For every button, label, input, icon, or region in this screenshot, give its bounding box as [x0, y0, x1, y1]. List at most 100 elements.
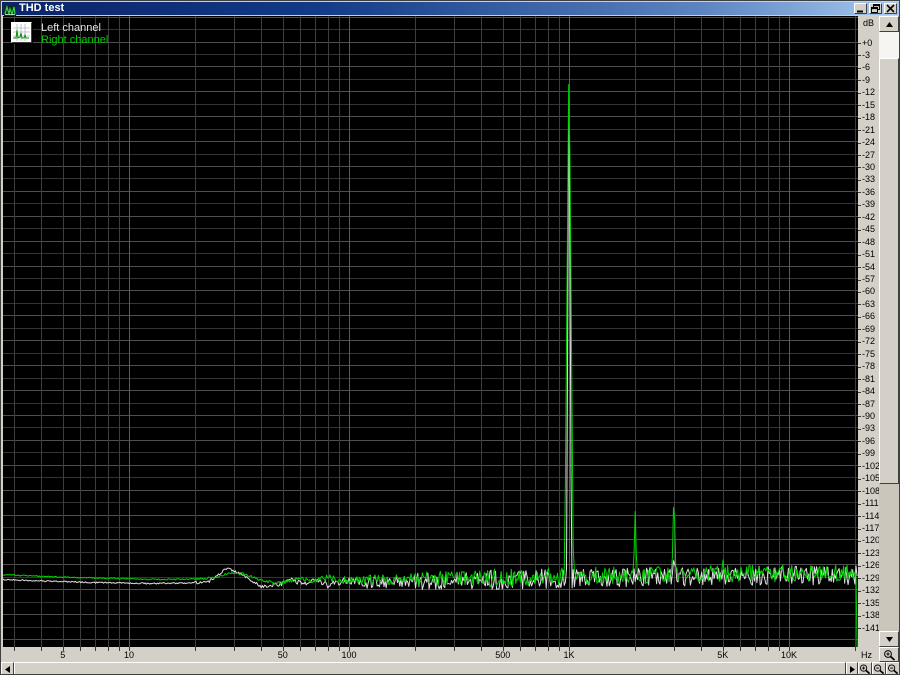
legend-right-channel-label: Right channel	[41, 34, 109, 46]
x-axis-tick	[701, 647, 703, 651]
x-axis-tick	[314, 647, 316, 651]
y-axis-label: -123	[862, 547, 879, 558]
y-axis-label: -18	[862, 112, 876, 123]
y-axis-label: -72	[862, 336, 876, 347]
restore-icon	[871, 4, 880, 13]
window-title: THD test	[19, 2, 65, 14]
x-axis-tick	[233, 647, 235, 651]
x-axis-label: 500	[495, 650, 511, 660]
x-axis-tick	[855, 647, 857, 651]
y-axis-tick	[858, 316, 861, 318]
y-axis-tick	[858, 341, 861, 343]
scroll-left-button[interactable]	[1, 662, 14, 674]
x-axis-tick	[520, 647, 522, 651]
y-axis-tick	[858, 217, 861, 219]
y-axis-label: -57	[862, 274, 876, 285]
x-axis-tick	[327, 647, 329, 651]
y-axis-tick	[858, 503, 861, 505]
y-axis-tick	[858, 130, 861, 132]
y-axis-tick	[858, 453, 861, 455]
y-axis-label: -78	[862, 361, 876, 372]
app-window: THD test Left channel Right channel dB +…	[0, 0, 900, 675]
x-axis-tick	[740, 647, 742, 651]
y-axis-label: -24	[862, 137, 876, 148]
y-axis-tick	[858, 204, 861, 206]
y-axis-tick	[858, 167, 861, 169]
y-axis-tick	[858, 379, 861, 381]
y-axis-label: -42	[862, 211, 876, 222]
magnifier-plus-icon	[883, 649, 895, 661]
x-axis-tick	[453, 647, 455, 651]
y-axis-label: -126	[862, 560, 879, 571]
y-axis-tick	[858, 428, 861, 430]
x-axis-tick	[635, 647, 637, 651]
x-axis-tick	[13, 647, 15, 651]
horizontal-zoom-in-button[interactable]	[858, 662, 872, 674]
y-axis-label: -99	[862, 448, 876, 459]
y-axis-label: -132	[862, 585, 879, 596]
y-axis-label: -135	[862, 597, 879, 608]
y-axis-label: -45	[862, 224, 876, 235]
y-axis-tick	[858, 528, 861, 530]
zoom-reset-button[interactable]	[886, 662, 899, 674]
y-axis-tick	[858, 192, 861, 194]
y-axis-label: -39	[862, 199, 876, 210]
horizontal-zoom-out-button[interactable]	[872, 662, 886, 674]
x-axis-tick	[673, 647, 675, 651]
y-axis-label: -129	[862, 572, 879, 583]
y-axis-tick	[858, 478, 861, 480]
x-axis-label: 5K	[717, 650, 729, 660]
vertical-scroll-track-lower[interactable]	[879, 484, 899, 631]
scroll-up-button[interactable]	[879, 16, 899, 32]
triangle-left-icon	[5, 665, 10, 673]
y-axis-unit-label: dB	[863, 18, 875, 28]
x-axis-tick	[118, 647, 120, 651]
restore-button[interactable]	[869, 3, 882, 14]
x-axis-tick	[261, 647, 263, 651]
spectrum-canvas	[3, 16, 858, 647]
y-axis-label: -6	[862, 62, 871, 73]
scroll-right-button[interactable]	[846, 662, 858, 674]
horizontal-scroll-thumb[interactable]	[14, 662, 846, 674]
vertical-scroll-thumb[interactable]	[879, 58, 899, 484]
y-axis-label: -27	[862, 149, 876, 160]
x-axis-tick	[415, 647, 417, 651]
y-axis-label: -138	[862, 610, 879, 621]
y-axis-tick	[858, 578, 861, 580]
y-axis-label: -108	[862, 485, 879, 496]
spectrum-legend-icon[interactable]	[11, 22, 32, 43]
vertical-zoom-in-button[interactable]	[879, 647, 899, 662]
y-axis-tick	[858, 92, 861, 94]
close-button[interactable]	[884, 3, 897, 14]
close-icon	[886, 4, 895, 13]
y-axis-label: -102	[862, 460, 879, 471]
y-axis-tick	[858, 590, 861, 592]
y-axis-tick	[858, 628, 861, 630]
y-axis-tick	[858, 43, 861, 44]
x-axis-label: 1K	[563, 650, 575, 660]
y-axis-label: -60	[862, 286, 876, 297]
y-axis-tick	[858, 254, 861, 256]
y-axis-label: -36	[862, 186, 876, 197]
y-axis-label: +0	[862, 37, 873, 48]
y-axis-tick	[858, 267, 861, 269]
y-axis-label: -81	[862, 373, 876, 384]
y-axis-tick	[858, 304, 861, 306]
legend-left-channel-label: Left channel	[41, 22, 101, 34]
y-axis-tick	[858, 279, 861, 281]
x-axis-tick	[754, 647, 756, 651]
x-axis-tick	[300, 647, 302, 651]
x-axis-tick	[767, 647, 769, 651]
y-axis-tick	[858, 466, 861, 468]
x-axis-tick	[338, 647, 340, 651]
spectrum-plot: Left channel Right channel	[3, 16, 858, 647]
y-axis-tick	[858, 516, 861, 518]
scroll-down-button[interactable]	[879, 631, 899, 647]
vertical-scroll-track-upper[interactable]	[879, 32, 899, 58]
y-axis-label: -33	[862, 174, 876, 185]
x-axis-tick	[41, 647, 43, 651]
minimize-button[interactable]	[854, 3, 867, 14]
y-axis-tick	[858, 142, 861, 144]
y-axis-tick	[858, 404, 861, 405]
title-bar[interactable]: THD test	[2, 2, 899, 16]
